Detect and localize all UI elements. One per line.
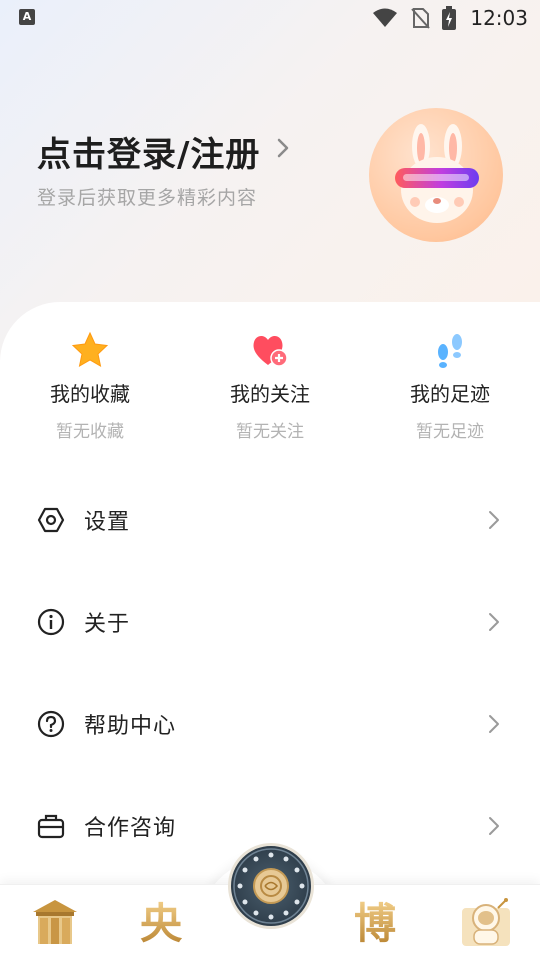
nav-home[interactable] bbox=[30, 894, 80, 950]
quick-sub: 暂无足迹 bbox=[416, 422, 484, 442]
menu-label: 设置 bbox=[84, 510, 131, 535]
help-icon bbox=[37, 710, 65, 738]
heart-plus-icon bbox=[253, 336, 288, 367]
status-icons: 12:03 bbox=[372, 5, 528, 31]
astronaut-icon bbox=[462, 898, 510, 946]
star-icon bbox=[71, 331, 109, 367]
settings-hex-icon bbox=[37, 507, 65, 533]
quick-actions: 我的收藏 暂无收藏 我的关注 暂无关注 我的足迹 暂无足迹 bbox=[0, 330, 540, 450]
chevron-right-icon bbox=[489, 715, 499, 733]
quick-sub: 暂无关注 bbox=[236, 422, 304, 442]
chevron-right-icon bbox=[489, 613, 499, 631]
quick-label: 我的收藏 bbox=[50, 382, 130, 406]
wifi-icon bbox=[373, 8, 398, 27]
yang-character: 央 bbox=[140, 899, 183, 948]
quick-label: 我的足迹 bbox=[410, 382, 490, 406]
login-register-link[interactable]: 点击登录/注册 bbox=[37, 127, 260, 176]
chevron-right-icon[interactable] bbox=[276, 137, 290, 159]
login-subtitle: 登录后获取更多精彩内容 bbox=[37, 187, 258, 209]
status-bar: A 12:03 bbox=[0, 0, 540, 36]
briefcase-icon bbox=[37, 814, 65, 839]
battery-charging-icon bbox=[442, 6, 457, 30]
menu-label: 关于 bbox=[84, 612, 131, 637]
menu-item-about[interactable]: 关于 bbox=[0, 586, 540, 656]
nav-profile[interactable] bbox=[458, 894, 510, 950]
menu-item-settings[interactable]: 设置 bbox=[0, 484, 540, 554]
quick-item-favorites[interactable]: 我的收藏 暂无收藏 bbox=[0, 330, 180, 442]
app-notification-icon: A bbox=[19, 9, 35, 25]
menu-label: 帮助中心 bbox=[84, 714, 177, 739]
chevron-right-icon bbox=[489, 817, 499, 835]
quick-sub: 暂无收藏 bbox=[56, 422, 124, 442]
avatar[interactable] bbox=[369, 108, 503, 242]
chevron-right-icon bbox=[489, 511, 499, 529]
rabbit-mascot-icon bbox=[395, 124, 479, 223]
no-sim-icon bbox=[411, 8, 431, 29]
nav-bo[interactable]: 博 bbox=[350, 894, 400, 950]
quick-item-following[interactable]: 我的关注 暂无关注 bbox=[180, 330, 360, 442]
info-icon bbox=[37, 608, 65, 636]
bo-character-icon: 博 bbox=[354, 899, 396, 948]
menu-label: 合作咨询 bbox=[84, 816, 177, 841]
yang-character-icon: 央 bbox=[140, 899, 183, 948]
quick-item-history[interactable]: 我的足迹 暂无足迹 bbox=[360, 330, 540, 442]
nav-center-dial[interactable] bbox=[228, 843, 314, 929]
menu-item-help[interactable]: 帮助中心 bbox=[0, 688, 540, 758]
bo-character: 博 bbox=[354, 899, 396, 948]
home-pavilion-icon bbox=[33, 900, 77, 944]
nav-yang[interactable]: 央 bbox=[136, 894, 186, 950]
center-dial-icon bbox=[233, 848, 309, 924]
footprints-icon bbox=[438, 334, 462, 368]
quick-label: 我的关注 bbox=[230, 382, 310, 406]
clock: 12:03 bbox=[470, 6, 528, 30]
